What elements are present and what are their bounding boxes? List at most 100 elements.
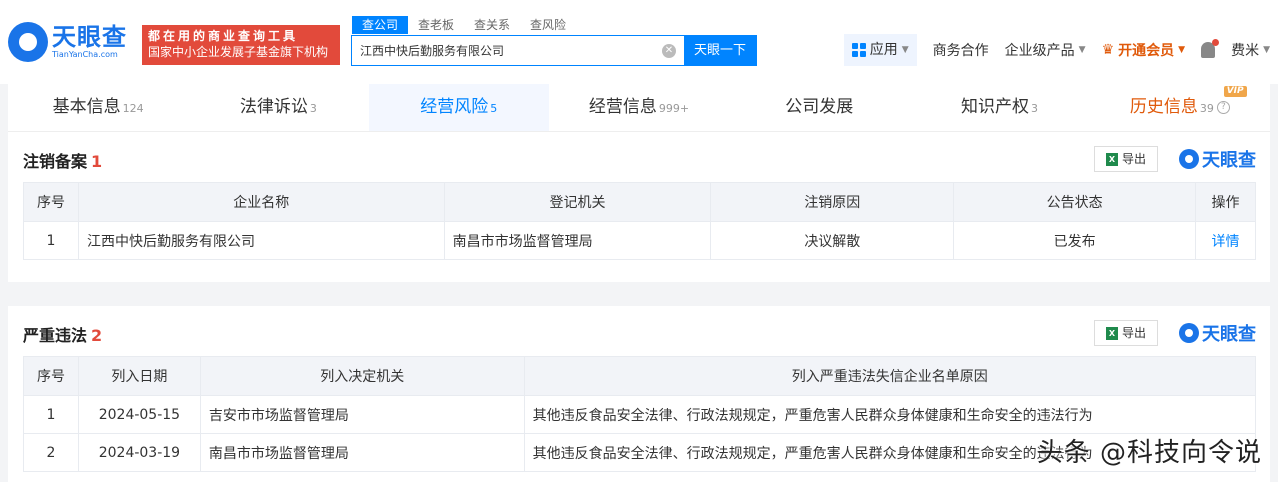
search-box: ✕ 天眼一下 xyxy=(351,35,757,66)
cell-status: 已发布 xyxy=(953,221,1197,260)
bell-icon xyxy=(1201,39,1220,58)
table-row: 1 江西中快后勤服务有限公司 南昌市市场监督管理局 决议解散 已发布 详情 xyxy=(23,221,1256,260)
slogan-line2: 国家中小企业发展子基金旗下机构 xyxy=(148,45,329,59)
chevron-down-icon: ▼ xyxy=(1263,45,1270,55)
table-row: 1 2024-05-15 吉安市市场监督管理局 其他违反食品安全法律、行政法规规… xyxy=(23,395,1257,434)
tab-label: 经营信息 xyxy=(588,97,657,117)
cell-date: 2024-03-19 xyxy=(77,433,201,472)
company-tabs: 基本信息 124 法律诉讼 3 经营风险 5 经营信息 999+ 公司发展 知识产权 3 … xyxy=(8,84,1270,132)
user-name: 费米 xyxy=(1231,43,1260,59)
help-icon[interactable]: ? xyxy=(1216,100,1230,114)
search-tab-risk[interactable]: 查风险 xyxy=(520,16,576,34)
logo-eye-icon xyxy=(8,22,48,62)
user-menu[interactable]: 费米 ▼ xyxy=(1231,40,1270,60)
logo-eye-icon xyxy=(1179,149,1199,169)
tab-legal[interactable]: 法律诉讼 3 xyxy=(188,84,368,131)
tab-ip[interactable]: 知识产权 3 xyxy=(909,84,1089,131)
col-header: 列入严重违法失信企业名单原因 xyxy=(523,356,1257,396)
cell-reason: 其他违反食品安全法律、行政法规规定，严重危害人民群众身体健康和生命安全的违法行为 xyxy=(523,395,1257,434)
tab-label: 法律诉讼 xyxy=(239,97,308,117)
cell-authority: 吉安市市场监督管理局 xyxy=(199,395,525,434)
tab-history[interactable]: VIP 历史信息 39? xyxy=(1090,84,1270,131)
col-header: 列入日期 xyxy=(77,356,201,396)
cell-action: 详情 xyxy=(1195,221,1256,260)
cell-authority: 南昌市市场监督管理局 xyxy=(443,221,712,260)
section-title: 严重违法 2 xyxy=(23,322,102,346)
clear-icon[interactable]: ✕ xyxy=(662,44,676,58)
notification-bell[interactable] xyxy=(1201,39,1220,58)
tianyancha-logo[interactable]: 天眼查 TianYanCha.com xyxy=(8,22,127,62)
export-button[interactable]: X 导出 xyxy=(1094,146,1158,172)
cell-index: 1 xyxy=(23,395,79,434)
tab-label: 公司发展 xyxy=(785,97,854,117)
logo-domain: TianYanCha.com xyxy=(52,50,118,59)
nav-label: 商务合作 xyxy=(932,43,989,59)
detail-link[interactable]: 详情 xyxy=(1212,234,1240,250)
grid-icon xyxy=(851,43,866,57)
search-button[interactable]: 天眼一下 xyxy=(684,36,756,65)
section-title-text: 严重违法 xyxy=(23,326,88,345)
tab-count: 999+ xyxy=(658,102,690,115)
nav-business-cooperation[interactable]: 商务合作 xyxy=(933,40,989,60)
nav-right: 应用 ▼ 商务合作 企业级产品 ▼ ♛ 开通会员 ▼ 费米 ▼ xyxy=(843,34,1270,66)
logo-text: 天眼查 xyxy=(52,23,127,51)
col-header: 列入决定机关 xyxy=(199,356,525,396)
excel-icon: X xyxy=(1105,152,1118,166)
col-header: 序号 xyxy=(23,356,79,396)
col-header: 登记机关 xyxy=(443,182,712,222)
tab-business-risk[interactable]: 经营风险 5 xyxy=(368,84,549,131)
tab-count: 124 xyxy=(122,102,144,115)
deregistration-table: 序号 企业名称 登记机关 注销原因 公告状态 操作 1 江西中快后勤服务有限公司… xyxy=(23,182,1256,260)
tab-count: 39 xyxy=(1199,102,1214,115)
slogan-line1: 都在用的商业查询工具 xyxy=(148,29,299,43)
deregistration-section: 注销备案 1 X 导出 天眼查 序号 企业名称 登记机关 注销原因 公告状态 操作 … xyxy=(8,132,1270,282)
crown-icon: ♛ xyxy=(1101,42,1115,58)
excel-icon: X xyxy=(1105,326,1118,340)
section-count: 1 xyxy=(91,152,103,171)
col-header: 注销原因 xyxy=(710,182,955,222)
brand-logo: 天眼查 xyxy=(1179,320,1256,346)
cell-index: 1 xyxy=(23,221,79,260)
search-tab-boss[interactable]: 查老板 xyxy=(408,16,464,34)
tab-label: 基本信息 xyxy=(52,97,121,117)
export-button[interactable]: X 导出 xyxy=(1094,320,1158,346)
export-label: 导出 xyxy=(1121,152,1146,166)
tab-basic-info[interactable]: 基本信息 124 xyxy=(8,84,188,131)
col-header: 企业名称 xyxy=(77,182,445,222)
search-input[interactable] xyxy=(352,36,654,65)
brand-logo: 天眼查 xyxy=(1179,146,1256,172)
search-tab-relation[interactable]: 查关系 xyxy=(464,16,520,34)
vip-badge: VIP xyxy=(1223,86,1247,97)
section-title-text: 注销备案 xyxy=(23,152,88,171)
cell-reason: 决议解散 xyxy=(710,221,955,260)
nav-open-vip[interactable]: ♛ 开通会员 ▼ xyxy=(1102,40,1185,60)
app-menu-button[interactable]: 应用 ▼ xyxy=(843,34,917,66)
chevron-down-icon: ▼ xyxy=(1178,45,1186,55)
search-type-tabs: 查公司 查老板 查关系 查风险 xyxy=(352,16,576,34)
search-tab-company[interactable]: 查公司 xyxy=(352,16,409,34)
watermark: 头条 @科技向令说 xyxy=(1036,438,1262,468)
app-menu-label: 应用 xyxy=(869,42,898,58)
chevron-down-icon: ▼ xyxy=(901,45,909,55)
col-header: 公告状态 xyxy=(953,182,1197,222)
top-navbar: 天眼查 TianYanCha.com 都在用的商业查询工具 国家中小企业发展子基… xyxy=(0,0,1278,84)
tab-business-info[interactable]: 经营信息 999+ xyxy=(549,84,729,131)
cell-authority: 南昌市市场监督管理局 xyxy=(199,433,525,472)
section-title: 注销备案 1 xyxy=(23,148,102,172)
col-header: 操作 xyxy=(1195,182,1256,222)
tab-label: 历史信息 xyxy=(1129,97,1198,117)
section-count: 2 xyxy=(91,326,103,345)
nav-enterprise-products[interactable]: 企业级产品 ▼ xyxy=(1005,40,1086,60)
tab-label: 经营风险 xyxy=(420,97,489,117)
slogan-banner: 都在用的商业查询工具 国家中小企业发展子基金旗下机构 xyxy=(142,25,340,65)
cell-date: 2024-05-15 xyxy=(77,395,201,434)
col-header: 序号 xyxy=(23,182,79,222)
cell-index: 2 xyxy=(23,433,79,472)
tab-development[interactable]: 公司发展 xyxy=(729,84,909,131)
export-label: 导出 xyxy=(1121,326,1146,340)
tab-count: 5 xyxy=(490,102,498,115)
tab-label: 知识产权 xyxy=(961,97,1030,117)
chevron-down-icon: ▼ xyxy=(1078,45,1086,55)
cell-company-name: 江西中快后勤服务有限公司 xyxy=(77,221,445,260)
brand-text: 天眼查 xyxy=(1202,324,1256,345)
